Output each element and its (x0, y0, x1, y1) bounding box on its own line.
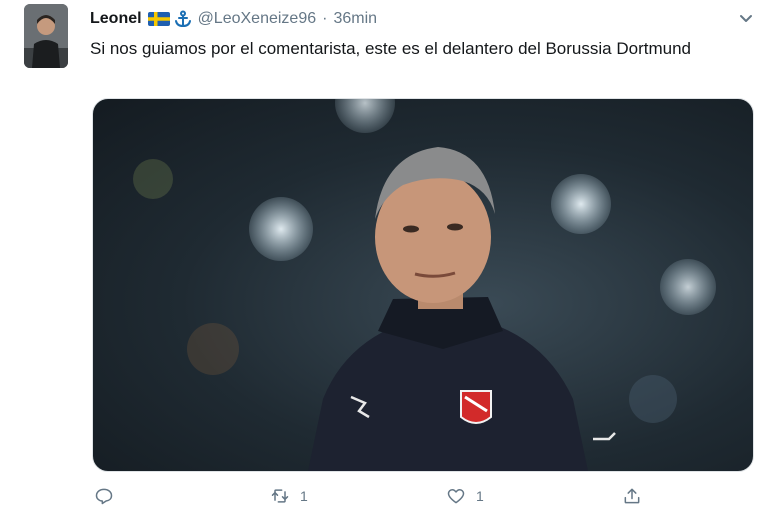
tweet-header: Leonel @LeoXeneize96 · 36min (90, 8, 377, 30)
tweet-text: Si nos guiamos por el comentarista, este… (90, 39, 691, 58)
heart-icon (447, 489, 465, 504)
retweet-count: 1 (300, 488, 308, 504)
retweet-button[interactable]: 1 (270, 486, 308, 506)
user-avatar-photo (24, 4, 68, 68)
tweet-actions: 1 1 (0, 476, 768, 512)
tweet-media[interactable] (92, 98, 754, 472)
share-icon (624, 488, 640, 504)
author-handle[interactable]: @LeoXeneize96 (198, 10, 317, 28)
author-name[interactable]: Leonel (90, 10, 142, 28)
anchor-icon (174, 10, 192, 28)
share-button[interactable] (622, 486, 652, 506)
chevron-down-icon[interactable] (738, 10, 754, 26)
avatar[interactable] (24, 4, 68, 68)
reply-icon (95, 488, 113, 505)
retweet-icon (271, 489, 289, 503)
header-separator: · (322, 10, 328, 27)
photo-coach-image (133, 99, 716, 471)
reply-button[interactable] (94, 486, 124, 506)
sweden-flag-icon (147, 12, 170, 26)
like-count: 1 (476, 488, 484, 504)
tweet-time[interactable]: 36min (333, 10, 377, 28)
like-button[interactable]: 1 (446, 486, 484, 506)
tweet[interactable]: Leonel @LeoXeneize96 · 36min Si nos guia… (0, 0, 768, 512)
